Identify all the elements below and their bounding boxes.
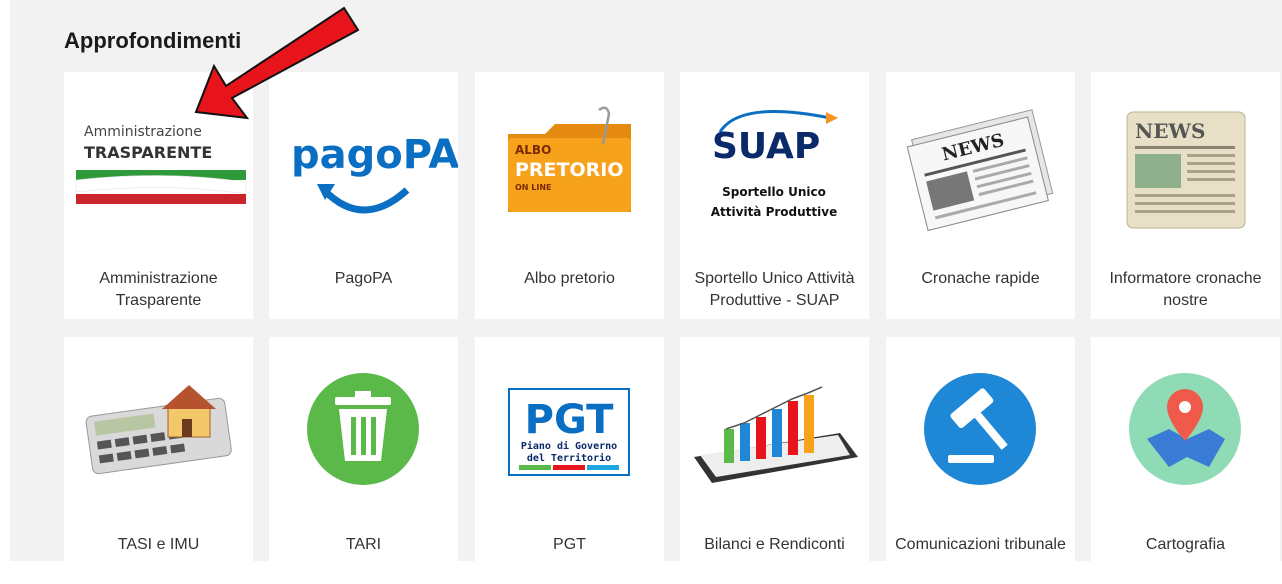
card-label: Sportello Unico Attività Produttive - SU… [694,270,855,309]
albo-text-line2: PRETORIO [515,159,624,181]
section-title: Approfondimenti [64,28,242,53]
albo-pretorio-folder-icon: ALBO PRETORIO ON LINE [475,72,664,260]
pagopa-text: pagoPA [291,132,458,178]
card-cartografia[interactable]: Cartografia [1091,337,1280,584]
card-label: TARI [345,536,382,553]
amministrazione-trasparente-logo: Amministrazione TRASPARENTE [64,72,253,260]
pgt-title: PGT [525,397,614,443]
suap-logo: SUAP Sportello Unico Attività Produttive [680,72,869,260]
card-pagopa[interactable]: pagoPA PagoPA [269,72,458,319]
bar-chart-tablet-icon [680,337,869,525]
card-label: Comunicazioni tribunale [895,536,1066,553]
card-label: Cartografia [1145,536,1226,553]
pgt-logo: PGT Piano di Governo del Territorio [475,337,664,525]
suap-line1: Sportello Unico [722,185,826,199]
pgt-line1: Piano di Governo [521,440,617,452]
albo-text-line3: ON LINE [515,183,552,192]
pagopa-logo: pagoPA [269,72,458,260]
card-suap[interactable]: SUAP Sportello Unico Attività Produttive… [680,72,869,319]
vintage-newspaper-icon: NEWS [1091,72,1280,260]
logo-text-line1: Amministrazione [84,124,202,140]
newspaper-icon: NEWS [886,72,1075,260]
card-cronache-rapide[interactable]: NEWS Cronache rapide [886,72,1075,319]
card-label: Amministrazione Trasparente [99,270,218,309]
card-label: TASI e IMU [117,536,200,553]
card-label: PGT [553,536,586,553]
gavel-icon [886,337,1075,525]
card-amministrazione-trasparente[interactable]: Amministrazione TRASPARENTE Amministrazi… [64,72,253,319]
card-pgt[interactable]: PGT Piano di Governo del Territorio PGT [475,337,664,584]
logo-text-line2: TRASPARENTE [84,143,212,162]
card-label: Bilanci e Rendiconti [704,536,845,553]
map-pin-icon [1091,337,1280,525]
card-label: Albo pretorio [524,270,615,287]
calculator-house-icon [64,337,253,525]
news-text: NEWS [1135,119,1205,143]
card-informatore-cronache-nostre[interactable]: NEWS Informatore cronache nostre [1091,72,1280,319]
card-label: Informatore cronache nostre [1109,270,1262,309]
albo-text-line1: ALBO [515,143,551,157]
card-bilanci-rendiconti[interactable]: Bilanci e Rendiconti [680,337,869,584]
card-tasi-imu[interactable]: TASI e IMU [64,337,253,584]
card-label: Cronache rapide [921,270,1040,287]
pgt-line2: del Territorio [527,452,611,464]
suap-line2: Attività Produttive [711,205,837,219]
card-comunicazioni-tribunale[interactable]: Comunicazioni tribunale [886,337,1075,584]
suap-title: SUAP [712,126,820,167]
card-albo-pretorio[interactable]: ALBO PRETORIO ON LINE Albo pretorio [475,72,664,319]
card-tari[interactable]: TARI [269,337,458,584]
trash-bin-icon [269,337,458,525]
card-label: PagoPA [334,270,393,287]
